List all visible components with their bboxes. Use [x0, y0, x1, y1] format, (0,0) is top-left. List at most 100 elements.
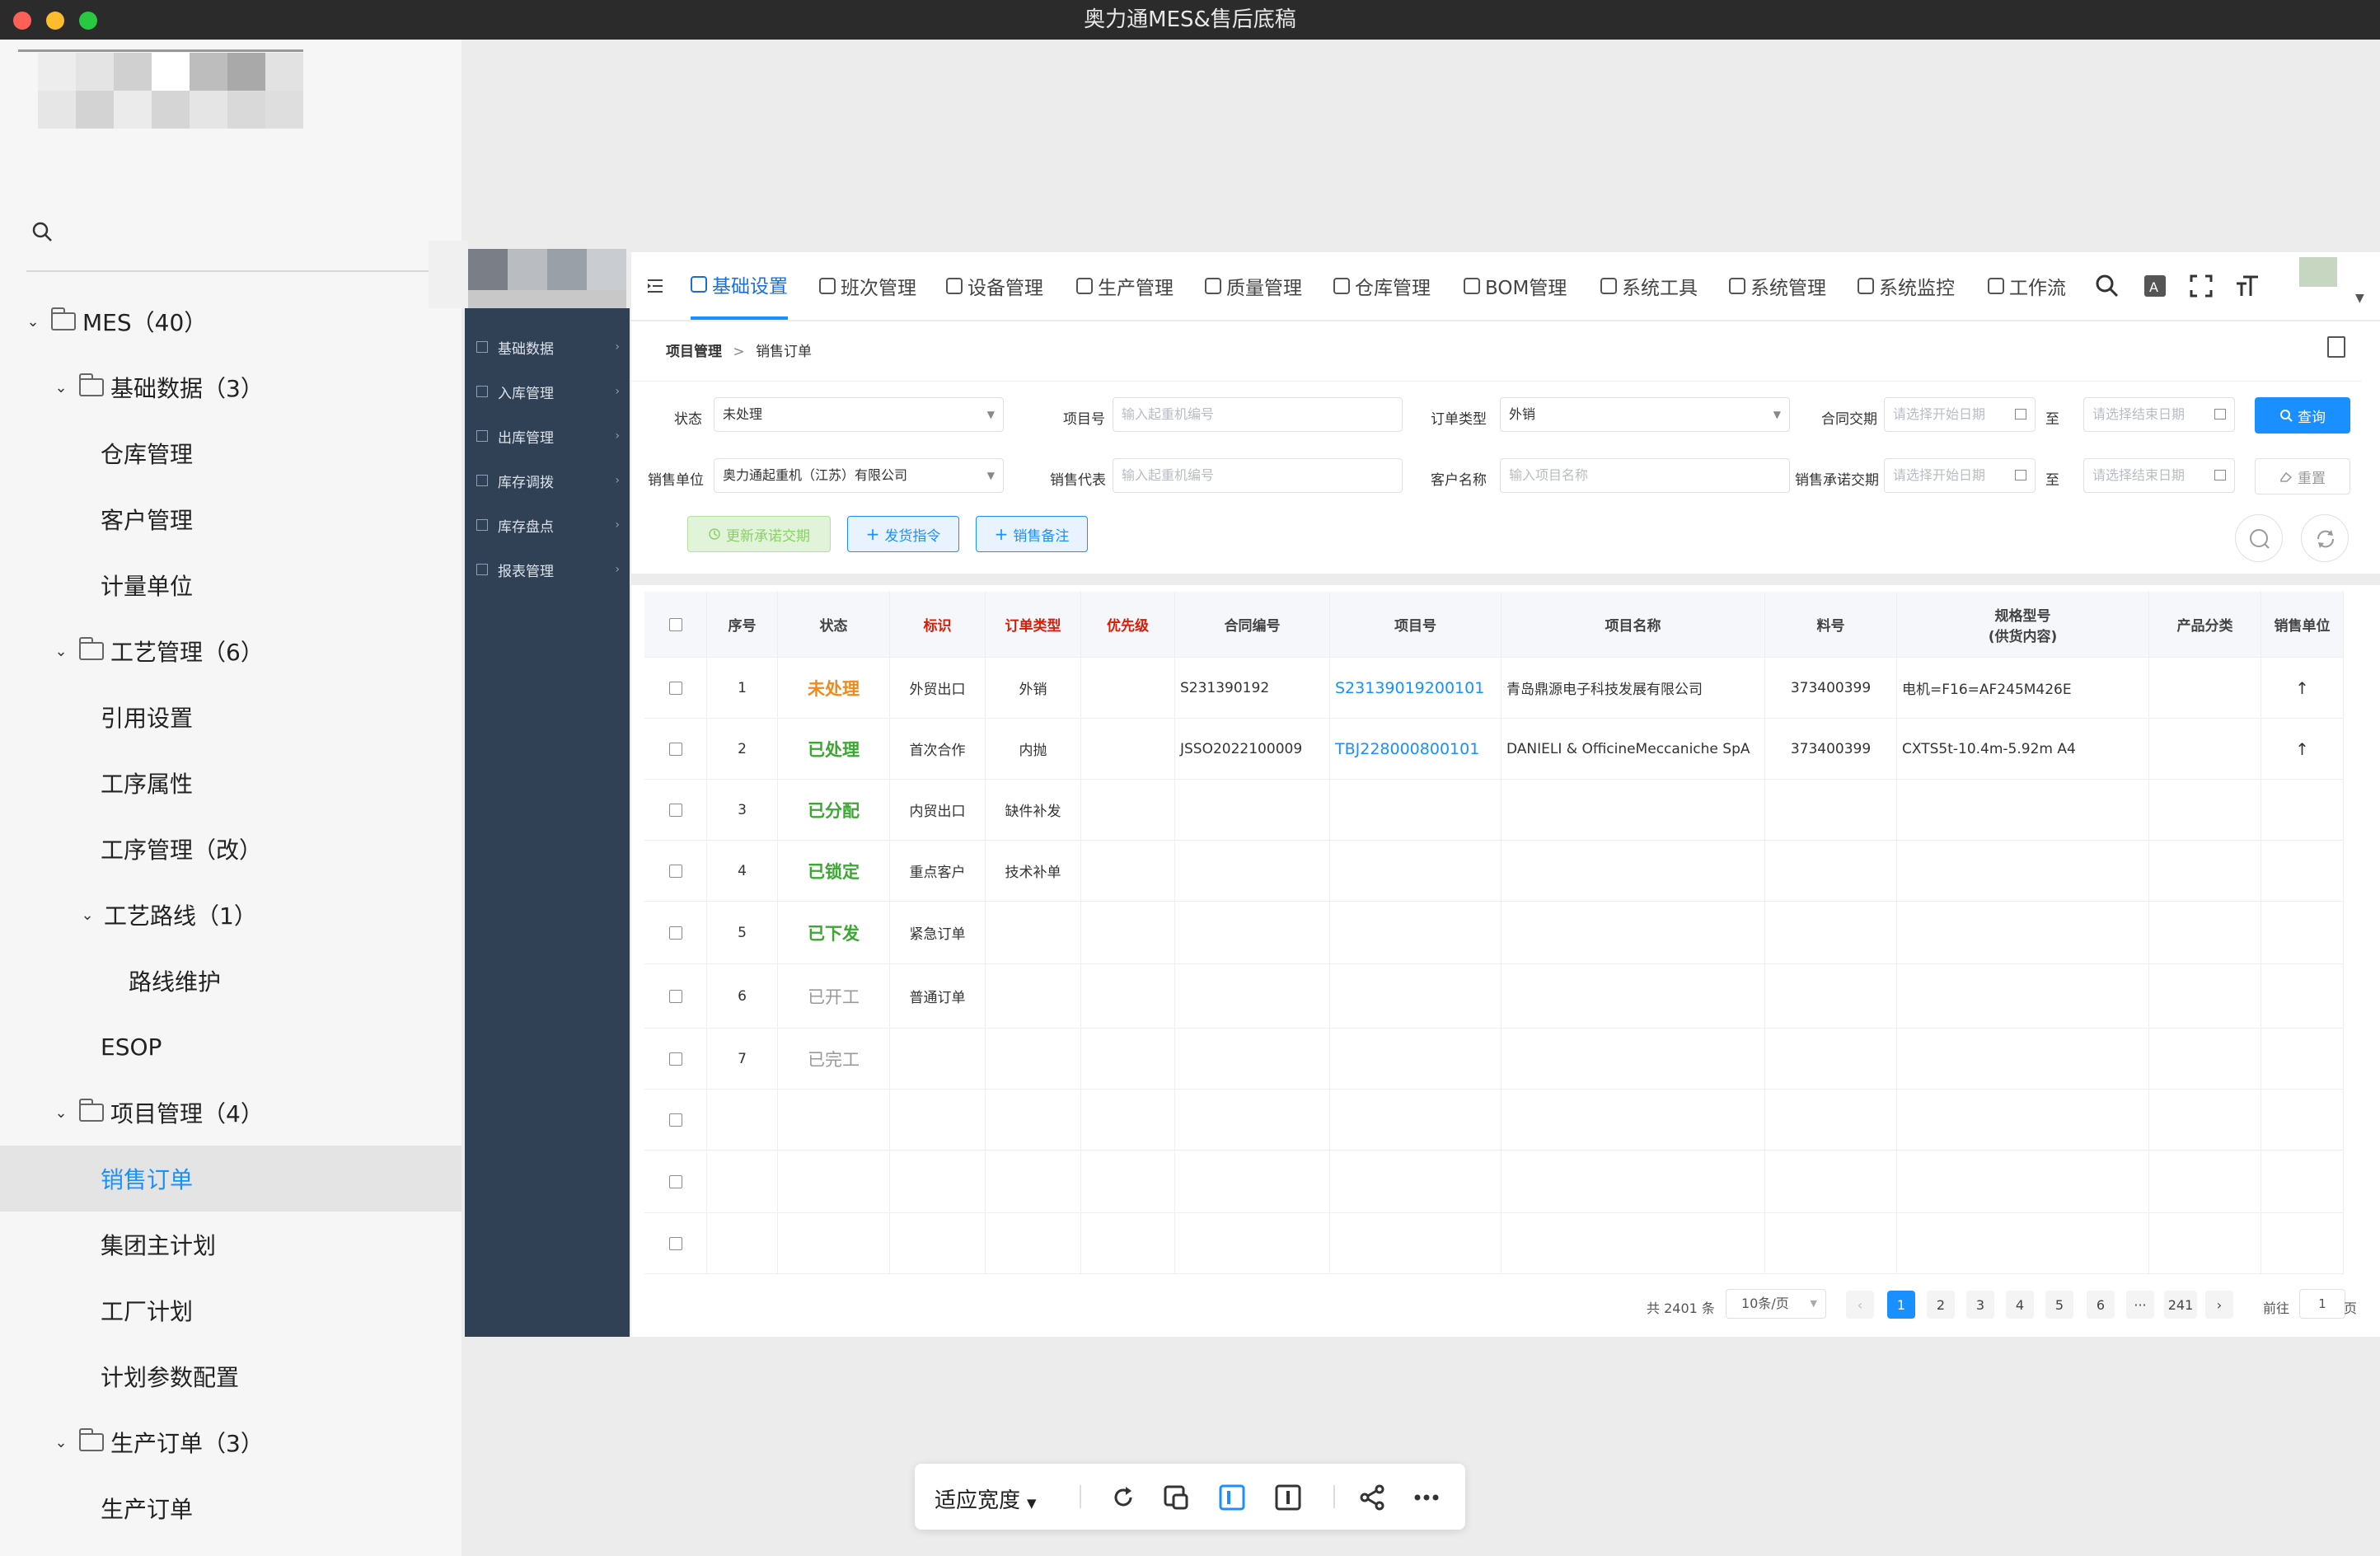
tree-item[interactable]: ⌄ MES（40） [0, 288, 461, 354]
tree-item[interactable]: 工厂计划 [0, 1277, 461, 1343]
tree-item[interactable]: 计划参数配置 [0, 1343, 461, 1409]
sales-note-button[interactable]: + 销售备注 [976, 516, 1088, 552]
ship-order-button[interactable]: + 发货指令 [847, 516, 959, 552]
promise-end-date[interactable]: 请选择结束日期 [2083, 458, 2235, 493]
crop-icon[interactable] [1162, 1483, 1190, 1511]
status-select[interactable]: 未处理 ▼ [714, 397, 1004, 432]
book-icon[interactable] [2327, 336, 2345, 358]
query-button[interactable]: 查询 [2255, 397, 2350, 434]
chevron-down-icon[interactable]: ⌄ [51, 1104, 71, 1122]
column-header[interactable]: 合同编号 [1175, 592, 1330, 658]
tree-item[interactable]: 生产订单 [0, 1475, 461, 1541]
nav-tab[interactable]: 质量管理 [1205, 252, 1302, 320]
tree-search-input[interactable] [26, 190, 433, 272]
page-button[interactable]: 6 [2087, 1291, 2115, 1319]
nav-tab[interactable]: 设备管理 [946, 252, 1043, 320]
row-checkbox[interactable] [668, 681, 682, 695]
more-icon[interactable] [1413, 1483, 1441, 1511]
column-header[interactable]: 项目号 [1330, 592, 1502, 658]
chevron-down-icon[interactable]: ⌄ [51, 379, 71, 396]
column-header[interactable]: 料号 [1765, 592, 1897, 658]
column-header[interactable]: 标识 [890, 592, 986, 658]
tree-item[interactable]: 工序管理（改） [0, 816, 461, 882]
tree-item[interactable]: ESOP [0, 1014, 461, 1080]
translate-button[interactable]: A [2143, 252, 2167, 320]
row-checkbox[interactable] [668, 926, 682, 940]
column-header[interactable]: 优先级 [1081, 592, 1175, 658]
nav-tab[interactable]: 系统管理 [1729, 252, 1826, 320]
page-button[interactable]: 4 [2006, 1291, 2034, 1319]
tree-item[interactable]: ⌄ 工艺路线（1） [0, 882, 461, 948]
row-checkbox[interactable] [668, 1113, 682, 1127]
nav-tab[interactable]: 仓库管理 [1333, 252, 1431, 320]
nav-tab[interactable]: 班次管理 [819, 252, 916, 320]
row-checkbox[interactable] [668, 1052, 682, 1066]
column-header[interactable]: 序号 [707, 592, 778, 658]
page-button[interactable]: 2 [1927, 1291, 1955, 1319]
refresh-table-button[interactable] [2301, 514, 2349, 562]
tree-item[interactable]: ⌄ 生产订单（3） [0, 1409, 461, 1475]
chevron-down-icon[interactable]: ⌄ [51, 1434, 71, 1451]
promise-start-date[interactable]: 请选择开始日期 [1884, 458, 2036, 493]
page-layout-icon[interactable] [1274, 1483, 1302, 1511]
row-checkbox[interactable] [668, 1236, 682, 1250]
chevron-down-icon[interactable]: ⌄ [77, 907, 97, 924]
nav-tab[interactable]: 生产管理 [1076, 252, 1174, 320]
font-size-button[interactable] [2235, 252, 2260, 320]
nav-tab[interactable]: 基础设置 [691, 252, 788, 320]
tree-item[interactable]: 引用设置 [0, 684, 461, 750]
tree-item[interactable]: 仓库管理 [0, 420, 461, 486]
search-button[interactable] [2095, 252, 2120, 320]
column-header[interactable]: 销售单位 [2261, 592, 2344, 658]
avatar[interactable] [2299, 257, 2337, 287]
tree-item[interactable]: ⌄ 项目管理（4） [0, 1080, 461, 1146]
goto-page-input[interactable]: 1 [2299, 1289, 2345, 1319]
column-header[interactable]: 产品分类 [2149, 592, 2261, 658]
nav-tab[interactable]: 系统工具 [1600, 252, 1698, 320]
avatar-dropdown-icon[interactable]: ▼ [2355, 292, 2364, 305]
contract-start-date[interactable]: 请选择开始日期 [1884, 397, 2036, 432]
module-menu-item[interactable]: 报表管理 › [465, 547, 630, 592]
row-checkbox[interactable] [668, 989, 682, 1003]
page-button[interactable]: 241 [2164, 1291, 2197, 1319]
collapse-menu-button[interactable] [646, 252, 664, 320]
tree-item[interactable]: 路线维护 [0, 948, 461, 1014]
share-icon[interactable] [1358, 1483, 1386, 1511]
module-menu-item[interactable]: 库存盘点 › [465, 503, 630, 547]
fit-width-select[interactable]: 适应宽度 ▼ [935, 1483, 1037, 1514]
chevron-down-icon[interactable]: ⌄ [23, 313, 43, 330]
module-menu-item[interactable]: 入库管理 › [465, 369, 630, 414]
tree-item[interactable]: 生产工单 [0, 1541, 461, 1556]
project-link[interactable]: TBJ228000800101 [1335, 740, 1479, 758]
customer-input[interactable]: 输入项目名称 [1500, 458, 1790, 493]
column-header[interactable]: 状态 [778, 592, 890, 658]
column-header[interactable]: 订单类型 [986, 592, 1081, 658]
nav-tab[interactable]: BOM管理 [1464, 252, 1567, 320]
contract-end-date[interactable]: 请选择结束日期 [2083, 397, 2235, 432]
sales-unit-select[interactable]: 奥力通起重机（江苏）有限公司 ▼ [714, 458, 1004, 493]
fullscreen-button[interactable] [2189, 252, 2214, 320]
row-checkbox[interactable] [668, 1174, 682, 1188]
row-checkbox[interactable] [668, 742, 682, 756]
nav-tab[interactable]: 工作流 [1988, 252, 2066, 320]
sales-rep-input[interactable]: 输入起重机编号 [1113, 458, 1403, 493]
update-promise-button[interactable]: 更新承诺交期 [687, 516, 831, 552]
nav-tab[interactable]: 系统监控 [1858, 252, 1955, 320]
rotate-icon[interactable] [1109, 1483, 1137, 1511]
module-menu-item[interactable]: 出库管理 › [465, 414, 630, 458]
column-header[interactable]: 规格型号 (供货内容) [1897, 592, 2149, 658]
tree-item[interactable]: ⌄ 工艺管理（6） [0, 618, 461, 684]
tree-item[interactable]: 集团主计划 [0, 1212, 461, 1277]
column-header[interactable]: 项目名称 [1502, 592, 1765, 658]
page-button[interactable]: 3 [1966, 1291, 1994, 1319]
toggle-search-button[interactable] [2235, 514, 2283, 562]
breadcrumb-parent[interactable]: 项目管理 [666, 344, 722, 360]
row-checkbox[interactable] [668, 803, 682, 817]
page-button[interactable]: 5 [2045, 1291, 2073, 1319]
module-menu-item[interactable]: 基础数据 › [465, 325, 630, 369]
tree-item[interactable]: ⌄ 基础数据（3） [0, 354, 461, 420]
single-page-icon[interactable] [1218, 1483, 1246, 1511]
project-link[interactable]: S23139019200101 [1335, 679, 1484, 697]
page-button[interactable]: 1 [1887, 1291, 1915, 1319]
tree-item[interactable]: 计量单位 [0, 552, 461, 618]
